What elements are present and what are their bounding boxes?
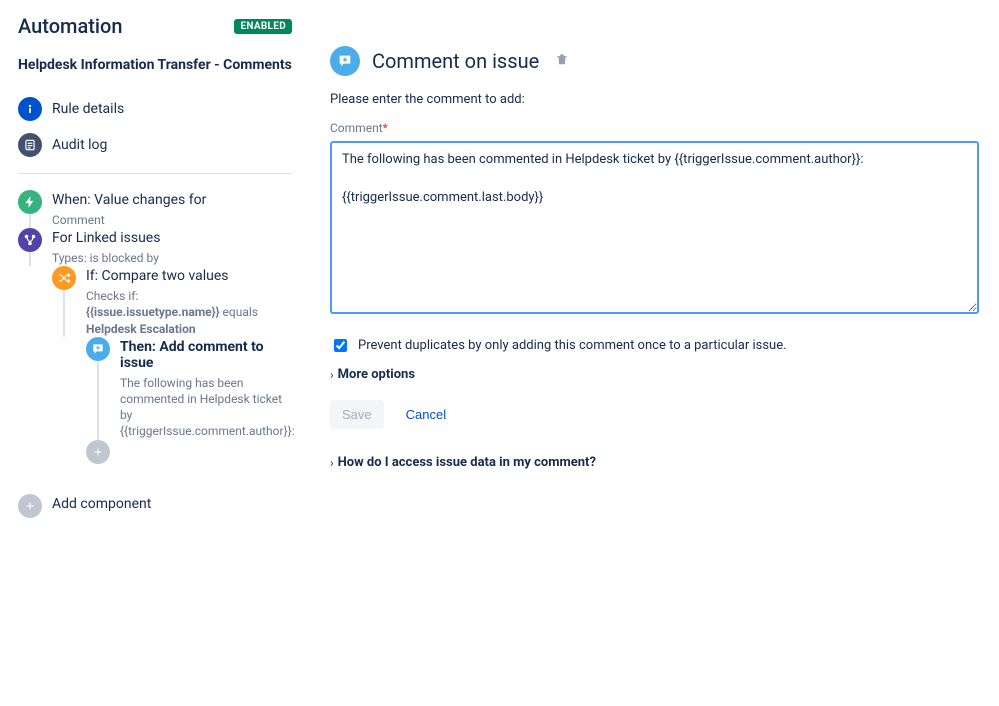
menu-label: Audit log: [52, 137, 107, 153]
node-branch[interactable]: For Linked issues Types: is blocked by: [18, 228, 292, 266]
node-action[interactable]: Then: Add comment to issue The following…: [86, 337, 292, 440]
status-badge: ENABLED: [234, 19, 292, 34]
shuffle-icon: [52, 266, 76, 290]
more-options-label: More options: [338, 367, 415, 382]
cond-expr: {{issue.issuetype.name}}: [86, 305, 220, 319]
add-step-button[interactable]: [86, 440, 110, 464]
cond-lead: Checks if:: [86, 289, 138, 303]
info-icon: [18, 97, 42, 121]
cancel-button[interactable]: Cancel: [400, 406, 452, 423]
plus-icon: [18, 494, 42, 518]
node-sub: Types: is blocked by: [52, 250, 160, 266]
node-title: If: Compare two values: [86, 268, 292, 284]
add-component-label: Add component: [52, 496, 151, 512]
comment-add-icon: [330, 46, 360, 76]
node-title: When: Value changes for: [52, 192, 206, 208]
rule-name: Helpdesk Information Transfer - Comments: [18, 56, 292, 75]
node-condition[interactable]: If: Compare two values Checks if: {{issu…: [52, 266, 292, 337]
help-toggle[interactable]: › How do I access issue data in my comme…: [330, 455, 979, 470]
panel-title: Comment on issue: [372, 49, 539, 73]
menu-rule-details[interactable]: Rule details: [18, 91, 292, 127]
more-options-toggle[interactable]: › More options: [330, 367, 979, 382]
cond-val: Helpdesk Escalation: [86, 322, 196, 336]
node-title: Then: Add comment to issue: [120, 339, 295, 371]
divider: [18, 173, 292, 174]
node-title: For Linked issues: [52, 230, 160, 246]
node-sub: Checks if: {{issue.issuetype.name}} equa…: [86, 288, 292, 337]
list-icon: [18, 133, 42, 157]
cond-op: equals: [223, 305, 258, 319]
node-sub: Comment: [52, 212, 206, 228]
node-trigger[interactable]: When: Value changes for Comment: [18, 190, 292, 228]
node-sub: The following has been commented in Help…: [120, 375, 295, 440]
prevent-duplicates-checkbox[interactable]: [334, 339, 347, 352]
prevent-duplicates-label: Prevent duplicates by only adding this c…: [358, 338, 787, 353]
panel-hint: Please enter the comment to add:: [330, 92, 979, 107]
comment-add-icon: [86, 337, 110, 361]
page-title: Automation: [18, 14, 123, 38]
menu-label: Rule details: [52, 101, 124, 117]
comment-textarea[interactable]: [330, 141, 979, 314]
bolt-icon: [18, 190, 42, 214]
menu-audit-log[interactable]: Audit log: [18, 127, 292, 163]
add-inner-button-row: [86, 440, 292, 464]
save-button[interactable]: Save: [330, 400, 384, 429]
chevron-right-icon: ›: [330, 368, 334, 382]
add-component-button[interactable]: Add component: [18, 494, 292, 518]
comment-label: Comment*: [330, 121, 979, 135]
chevron-right-icon: ›: [330, 456, 334, 470]
delete-button[interactable]: [555, 52, 569, 70]
help-label: How do I access issue data in my comment…: [338, 455, 596, 470]
branch-icon: [18, 228, 42, 252]
